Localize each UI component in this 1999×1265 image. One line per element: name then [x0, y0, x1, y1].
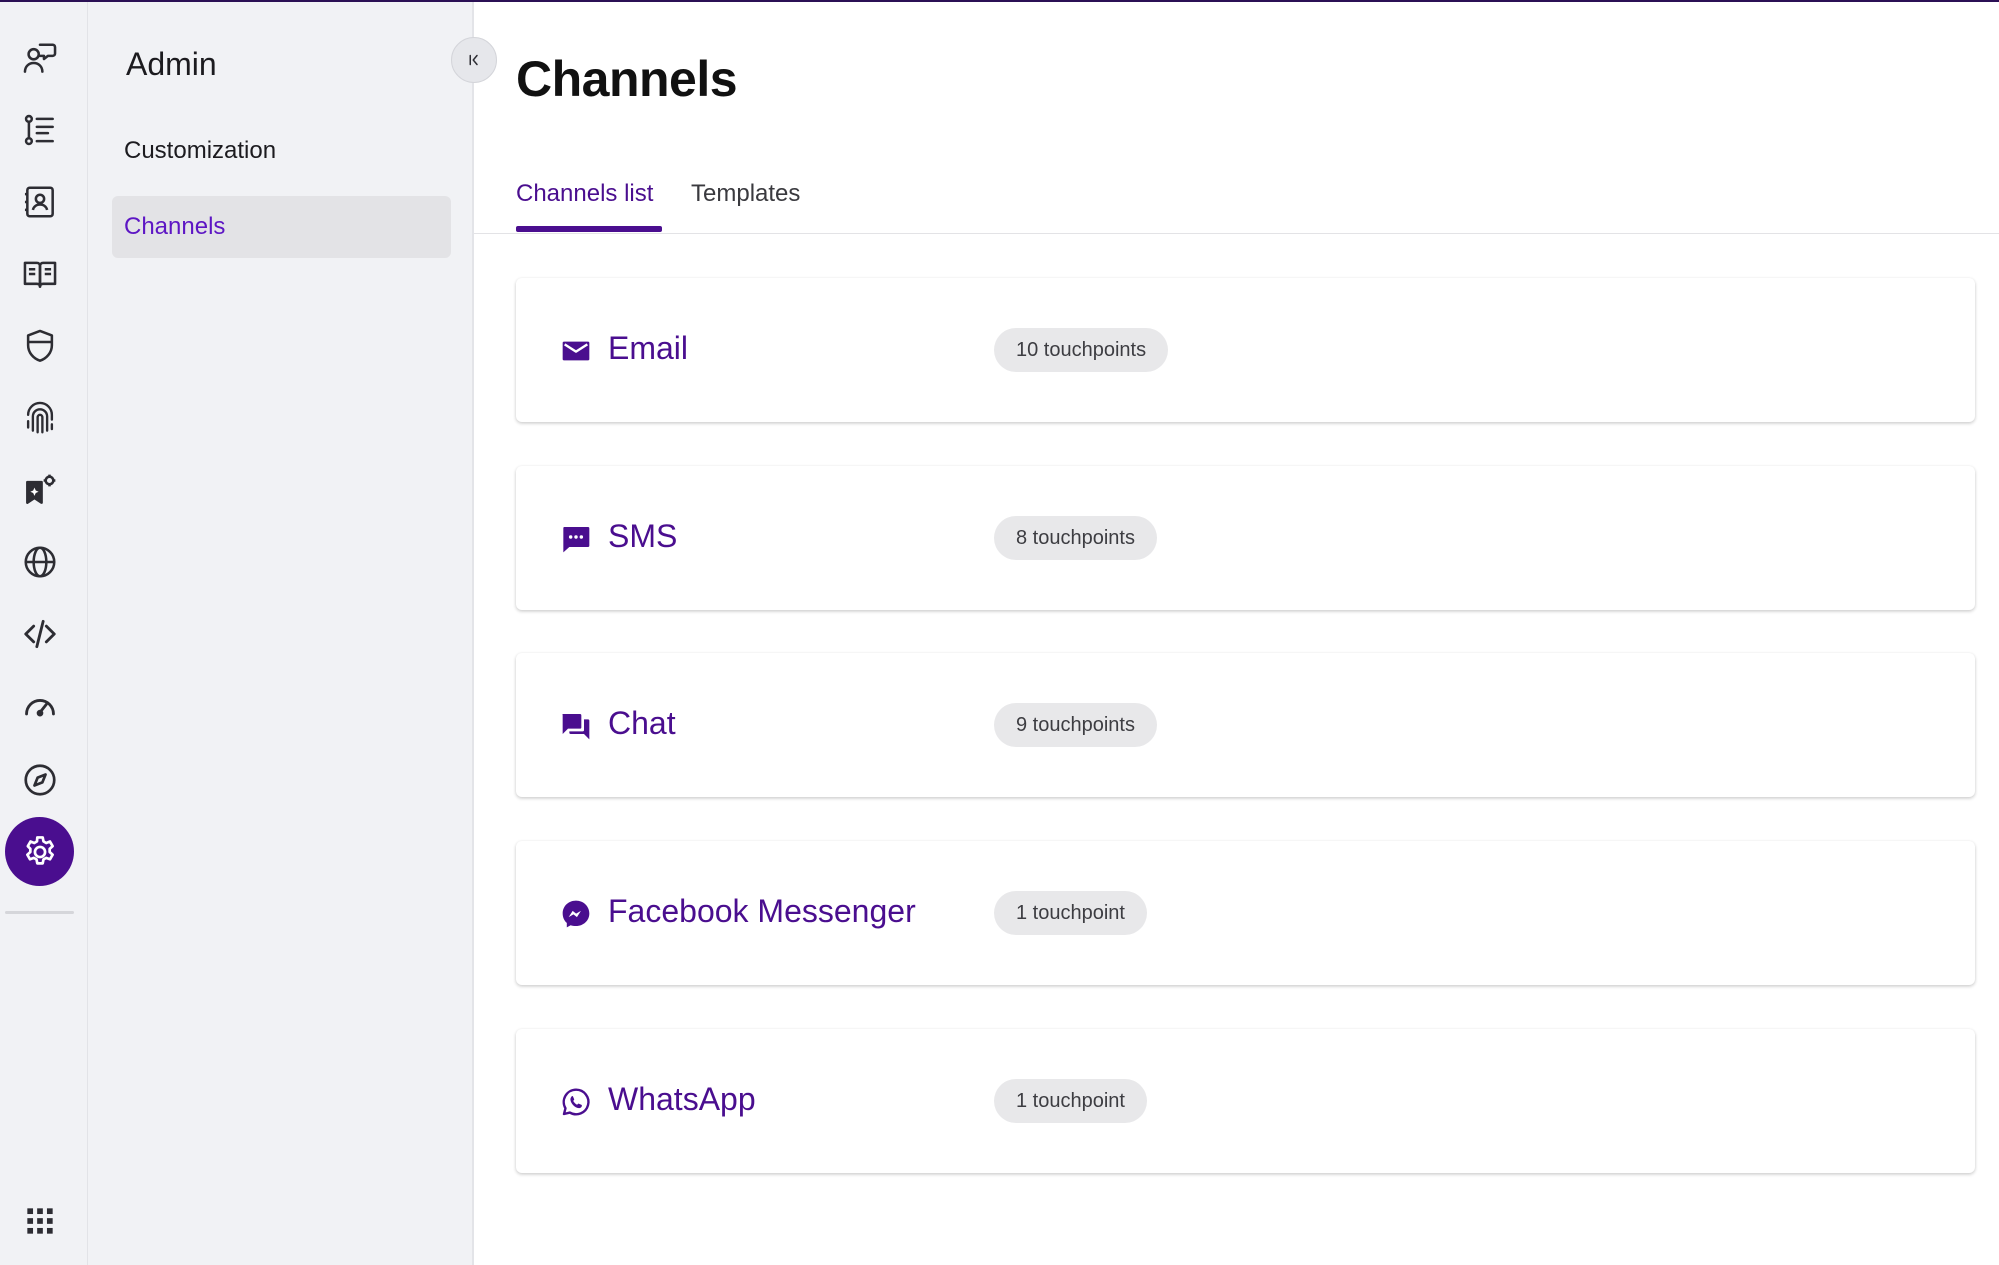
collapse-left-icon: [469, 54, 478, 66]
knowledge-icon[interactable]: [5, 239, 74, 308]
panel-item-customization[interactable]: Customization: [112, 120, 451, 182]
top-border: [0, 0, 1999, 2]
active-tab-indicator: [516, 226, 662, 232]
conversations-icon[interactable]: [5, 24, 74, 93]
touchpoints-badge: 8 touchpoints: [994, 516, 1157, 560]
whatsapp-icon: [560, 1086, 592, 1118]
admin-side-panel: Admin Customization Channels: [88, 0, 474, 1265]
explore-icon[interactable]: [5, 745, 74, 814]
channel-name: Email: [608, 330, 689, 366]
page-title: Channels: [516, 51, 738, 107]
journeys-icon[interactable]: [5, 95, 74, 164]
contacts-icon[interactable]: [5, 167, 74, 236]
touchpoints-badge: 10 touchpoints: [994, 328, 1169, 372]
apps-grid-icon[interactable]: [5, 1186, 74, 1255]
performance-icon[interactable]: [5, 671, 74, 740]
channel-card-whatsapp[interactable]: WhatsApp 1 touchpoint: [516, 1029, 1975, 1173]
messenger-icon: [560, 898, 592, 930]
channel-card-email[interactable]: Email 10 touchpoints: [516, 278, 1975, 422]
touchpoints-badge: 9 touchpoints: [994, 703, 1157, 747]
touchpoints-badge: 1 touchpoint: [994, 1079, 1147, 1123]
channel-card-chat[interactable]: Chat 9 touchpoints: [516, 653, 1975, 797]
mail-icon: [560, 335, 592, 367]
panel-item-channels[interactable]: Channels: [112, 196, 451, 258]
rail-divider: [5, 911, 74, 914]
web-icon[interactable]: [5, 527, 74, 596]
channel-name: SMS: [608, 518, 678, 554]
touchpoints-badge: 1 touchpoint: [994, 891, 1147, 935]
app-root: Admin Customization Channels Channels Ch…: [0, 0, 1999, 1265]
main-content: Channels Channels list Templates Email 1…: [474, 0, 1999, 1265]
panel-title: Admin: [126, 46, 217, 82]
channel-name: Chat: [608, 705, 676, 741]
settings-icon[interactable]: [5, 817, 74, 886]
channel-card-facebook-messenger[interactable]: Facebook Messenger 1 touchpoint: [516, 841, 1975, 985]
channel-name: Facebook Messenger: [608, 893, 916, 929]
ai-settings-icon[interactable]: [5, 455, 74, 524]
tab-templates[interactable]: Templates: [691, 180, 800, 233]
icon-rail: [0, 0, 88, 1265]
tab-bar: Channels list Templates: [474, 170, 1999, 234]
chat-icon: [560, 710, 592, 742]
security-icon[interactable]: [5, 311, 74, 380]
sms-icon: [560, 523, 592, 555]
collapse-panel-button[interactable]: [451, 37, 497, 83]
identity-icon[interactable]: [5, 383, 74, 452]
developer-icon[interactable]: [5, 599, 74, 668]
channel-card-sms[interactable]: SMS 8 touchpoints: [516, 466, 1975, 610]
channel-name: WhatsApp: [608, 1081, 756, 1117]
